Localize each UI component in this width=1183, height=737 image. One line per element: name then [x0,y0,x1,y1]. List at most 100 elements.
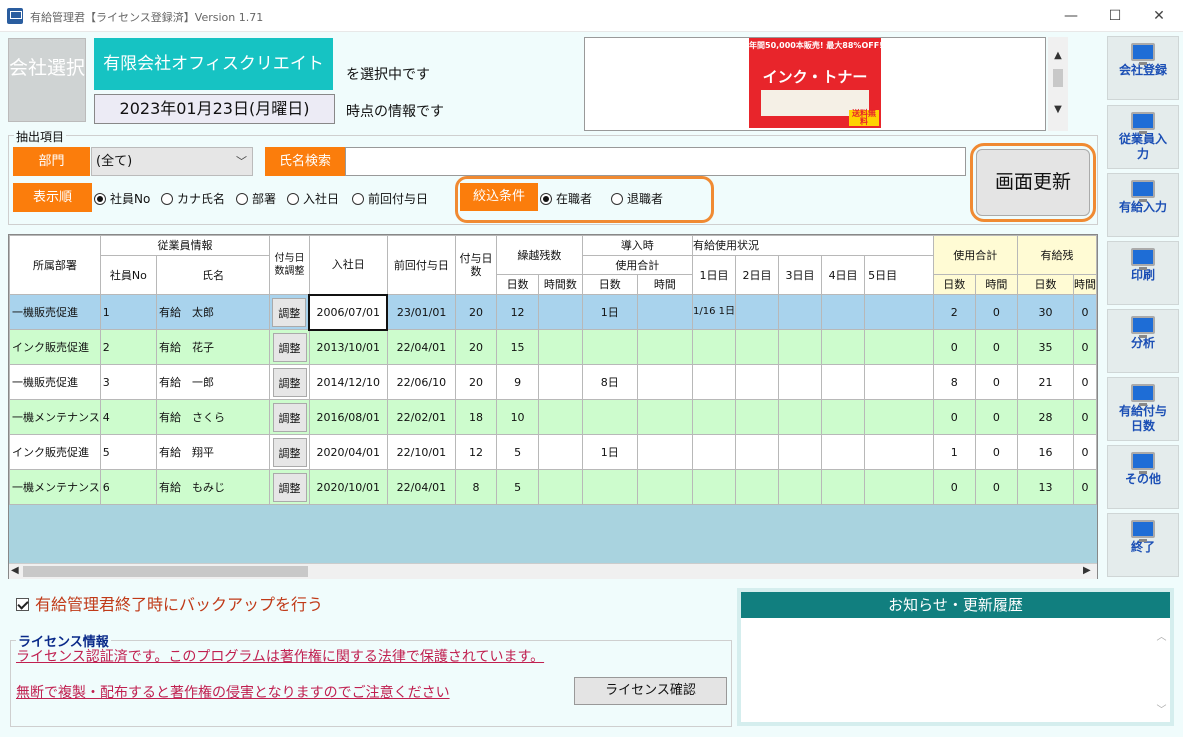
scroll-thumb[interactable] [1053,69,1063,87]
cell-used-days[interactable]: 0 [932,469,976,505]
hscroll-thumb[interactable] [23,566,308,577]
scroll-right-icon[interactable]: ▶ [1083,565,1091,576]
cell-carry-hours[interactable] [538,329,583,365]
cell-adjust[interactable]: 調整 [269,364,310,400]
cell-grant-days[interactable]: 12 [454,434,498,470]
name-search-input[interactable] [345,147,966,176]
cell-carry-hours[interactable] [538,364,583,400]
cell-adjust[interactable]: 調整 [269,329,310,365]
cell-intro-hours[interactable] [636,434,693,470]
cell-grant-days[interactable]: 20 [454,329,498,365]
checkbox-checked-icon[interactable] [16,598,29,611]
cell-intro-days[interactable]: 1日 [581,434,638,470]
scroll-left-icon[interactable]: ◀ [11,565,19,576]
cell-dept[interactable]: インク販売促進 [9,329,101,365]
cell-dept[interactable]: 一機メンテナンス [9,469,101,505]
cell-intro-days[interactable] [581,399,638,435]
cell-name[interactable]: 有給 さくら [156,399,271,435]
nav-grant-days-button[interactable]: 有給付与日数 [1107,377,1179,441]
cell-grant-days[interactable]: 18 [454,399,498,435]
cell-day3[interactable] [778,364,823,400]
cell-rem-days[interactable]: 35 [1016,329,1075,365]
cell-rem-hours[interactable]: 0 [1073,364,1097,400]
cell-used-hours[interactable]: 0 [974,364,1018,400]
cell-carry-days[interactable]: 5 [496,469,540,505]
cell-rem-days[interactable]: 28 [1016,399,1075,435]
cell-hire-date[interactable]: 2014/12/10 [308,364,388,400]
cell-used-hours[interactable]: 0 [974,399,1018,435]
nav-employee-input-button[interactable]: 従業員入力 [1107,105,1179,169]
cell-rem-hours[interactable]: 0 [1073,329,1097,365]
radio-icon[interactable] [161,193,173,205]
cell-emp-no[interactable]: 2 [99,329,158,365]
cell-day1[interactable] [691,364,736,400]
cell-adjust[interactable]: 調整 [269,399,310,435]
nav-company-register-button[interactable]: 会社登録 [1107,36,1179,100]
cell-carry-hours[interactable] [538,294,583,330]
cell-used-days[interactable]: 0 [932,399,976,435]
cell-adjust[interactable]: 調整 [269,294,310,330]
cell-used-hours[interactable]: 0 [974,434,1018,470]
table-row[interactable]: 一機メンテナンス 4 有給 さくら 調整 2016/08/01 22/02/01 18 10 0… [9,399,1097,435]
dept-select[interactable]: (全て) ﹀ [91,147,253,176]
narrow-option-retired[interactable]: 退職者 [611,190,663,207]
adjust-button[interactable]: 調整 [272,297,307,327]
cell-hire-date[interactable]: 2016/08/01 [308,399,388,435]
adjust-button[interactable]: 調整 [272,437,307,467]
cell-carry-days[interactable]: 5 [496,434,540,470]
cell-day5[interactable] [864,399,934,435]
cell-carry-days[interactable]: 15 [496,329,540,365]
cell-day2[interactable] [734,364,780,400]
close-button[interactable]: ✕ [1139,2,1179,30]
adjust-button[interactable]: 調整 [272,402,307,432]
cell-last-grant[interactable]: 23/01/01 [386,294,456,330]
cell-name[interactable]: 有給 花子 [156,329,271,365]
cell-emp-no[interactable]: 3 [99,364,158,400]
cell-carry-days[interactable]: 9 [496,364,540,400]
cell-dept[interactable]: インク販売促進 [9,434,101,470]
radio-icon[interactable] [352,193,364,205]
cell-rem-hours[interactable]: 0 [1073,469,1097,505]
cell-day1[interactable]: 1/16 1日 [691,294,736,330]
cell-rem-days[interactable]: 13 [1016,469,1075,505]
cell-hire-date[interactable]: 2006/07/01 [308,293,389,331]
ad-scrollbar[interactable]: ▲ ▼ [1048,37,1068,131]
cell-last-grant[interactable]: 22/10/01 [386,434,456,470]
maximize-button[interactable]: ☐ [1095,2,1135,30]
table-row[interactable]: 一機販売促進 1 有給 太郎 調整 2006/07/01 23/01/01 20 12 1日 1/… [9,293,1097,331]
radio-icon[interactable] [236,193,248,205]
cell-intro-days[interactable]: 8日 [581,364,638,400]
cell-used-days[interactable]: 8 [932,364,976,400]
adjust-button[interactable]: 調整 [272,367,307,397]
scroll-up-icon[interactable]: ▲ [1048,47,1068,65]
cell-day5[interactable] [864,329,934,365]
cell-carry-hours[interactable] [538,399,583,435]
cell-rem-hours[interactable]: 0 [1073,434,1097,470]
cell-rem-days[interactable]: 16 [1016,434,1075,470]
chevron-down-icon[interactable]: ﹀ [236,148,247,175]
cell-name[interactable]: 有給 翔平 [156,434,271,470]
cell-rem-days[interactable]: 21 [1016,364,1075,400]
cell-hire-date[interactable]: 2013/10/01 [308,329,388,365]
cell-carry-days[interactable]: 10 [496,399,540,435]
cell-day1[interactable] [691,434,736,470]
order-option-hire-date[interactable]: 入社日 [287,190,339,207]
cell-last-grant[interactable]: 22/02/01 [386,399,456,435]
cell-day5[interactable] [864,469,934,505]
cell-day5[interactable] [864,294,934,330]
scroll-up-icon[interactable]: ︿ [1153,628,1170,643]
order-option-emp-no[interactable]: 社員No [94,190,150,207]
cell-day3[interactable] [778,469,823,505]
cell-day2[interactable] [734,294,780,330]
table-hscrollbar[interactable]: ◀ ▶ [9,563,1097,579]
scroll-down-icon[interactable]: ▼ [1048,101,1068,119]
cell-day3[interactable] [778,434,823,470]
cell-last-grant[interactable]: 22/06/10 [386,364,456,400]
cell-used-hours[interactable]: 0 [974,329,1018,365]
cell-day2[interactable] [734,329,780,365]
nav-exit-button[interactable]: 終了 [1107,513,1179,577]
cell-name[interactable]: 有給 太郎 [156,294,271,330]
cell-intro-days[interactable] [581,329,638,365]
cell-rem-hours[interactable]: 0 [1073,294,1097,330]
cell-name[interactable]: 有給 もみじ [156,469,271,505]
